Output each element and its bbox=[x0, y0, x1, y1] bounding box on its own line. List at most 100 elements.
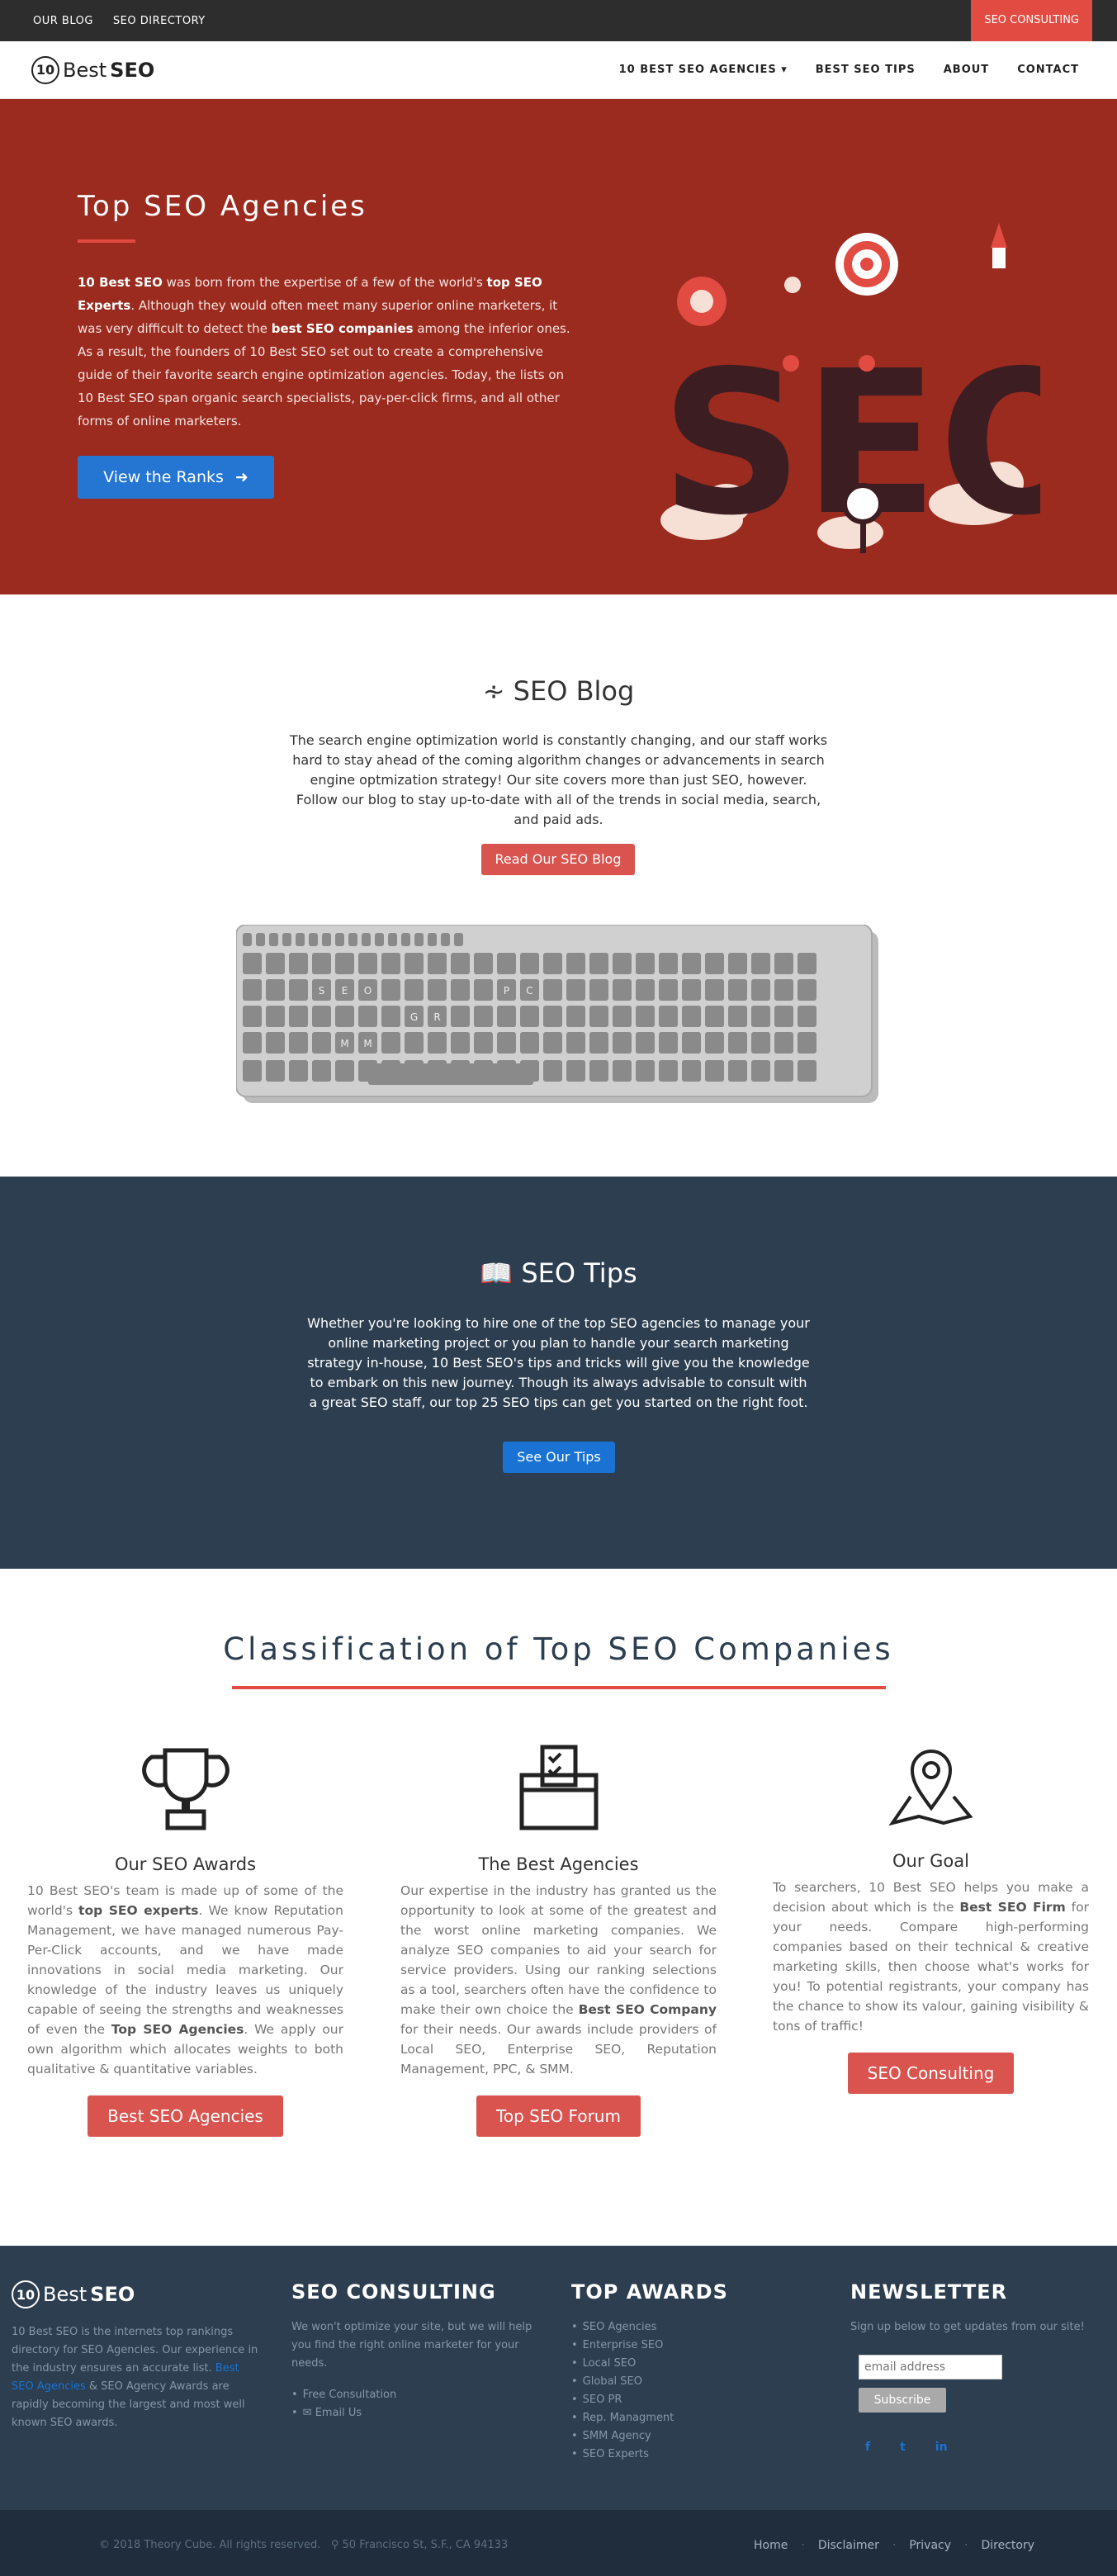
footer-consulting-list: Free Consultation ✉ Email Us bbox=[291, 2386, 539, 2422]
award-link[interactable]: Enterprise SEO bbox=[571, 2337, 819, 2355]
keyboard-key bbox=[497, 953, 516, 974]
keyboard-key bbox=[589, 1006, 608, 1027]
agencies-title: The Best Agencies bbox=[478, 1854, 639, 1874]
keyboard-key bbox=[243, 1006, 262, 1027]
seo-directory-link[interactable]: SEO DIRECTORY bbox=[113, 15, 206, 27]
spacebar-key bbox=[368, 1063, 533, 1085]
keyboard-key bbox=[388, 933, 397, 946]
keyboard-key bbox=[566, 1032, 585, 1054]
location-pin-icon: ⚲ bbox=[330, 2539, 339, 2551]
newsletter-email-input[interactable] bbox=[859, 2355, 1002, 2379]
keyboard-key bbox=[296, 933, 305, 946]
keyboard-key-label: P bbox=[504, 985, 509, 997]
goal-column: Our Goal To searchers, 10 Best SEO helps… bbox=[773, 1742, 1089, 2094]
hero-bold-3: best SEO companies bbox=[271, 321, 414, 336]
tips-text: Whether you're looking to hire one of th… bbox=[307, 1315, 810, 1410]
award-link[interactable]: SEO Agencies bbox=[571, 2318, 819, 2337]
home-link[interactable]: Home bbox=[754, 2539, 788, 2552]
subscribe-button[interactable]: Subscribe bbox=[859, 2388, 946, 2413]
footer-about-text: 10 Best SEO is the internets top ranking… bbox=[12, 2323, 259, 2432]
twitter-icon[interactable]: t bbox=[900, 2441, 906, 2454]
footer-awards: TOP AWARDS SEO Agencies Enterprise SEO L… bbox=[571, 2280, 819, 2464]
footer-about: 10 Best SEO 10 Best SEO is the internets … bbox=[12, 2280, 259, 2432]
nav-item-agencies[interactable]: 10 BEST SEO AGENCIES ▾ bbox=[619, 64, 788, 76]
disclaimer-link[interactable]: Disclaimer bbox=[818, 2539, 879, 2552]
our-blog-link[interactable]: OUR BLOG bbox=[33, 15, 93, 27]
keyboard-key bbox=[428, 979, 447, 1001]
gauge-icon bbox=[677, 277, 727, 326]
separator: · bbox=[892, 2538, 897, 2552]
arrow-right-icon: ➜ bbox=[234, 468, 248, 486]
bottom-bar: © 2018 Theory Cube. All rights reserved.… bbox=[0, 2510, 1117, 2576]
agencies-bold-1: Best SEO Company bbox=[578, 2002, 717, 2017]
keyboard-key bbox=[451, 1006, 470, 1027]
awards-text-2: . We know Reputation Management, we have… bbox=[27, 1903, 343, 2037]
logo-number: 10 bbox=[31, 55, 59, 84]
keyboard-key bbox=[659, 1060, 678, 1082]
keyboard-key bbox=[358, 1006, 377, 1027]
award-link[interactable]: SMM Agency bbox=[571, 2427, 819, 2446]
read-blog-button[interactable]: Read Our SEO Blog bbox=[481, 844, 635, 875]
bottom-links: Home · Disclaimer · Privacy · Directory bbox=[754, 2539, 1034, 2552]
top-seo-forum-button[interactable]: Top SEO Forum bbox=[476, 2095, 641, 2137]
keyboard-key bbox=[362, 933, 371, 946]
free-consultation-link[interactable]: Free Consultation bbox=[291, 2386, 539, 2404]
social-links: f t in bbox=[850, 2441, 1106, 2454]
best-agencies-button[interactable]: Best SEO Agencies bbox=[88, 2095, 283, 2137]
tips-section: 📖 SEO Tips Whether you're looking to hir… bbox=[0, 1177, 1117, 1569]
keyboard-key-label: R bbox=[433, 1011, 440, 1023]
keyboard-key bbox=[497, 1006, 516, 1027]
keyboard-key bbox=[636, 953, 655, 974]
goal-bold-1: Best SEO Firm bbox=[959, 1900, 1066, 1915]
footer-logo[interactable]: 10 Best SEO bbox=[12, 2280, 259, 2308]
keyboard-key bbox=[405, 953, 424, 974]
agencies-text-1: Our expertise in the industry has grante… bbox=[400, 1883, 717, 2017]
nav-item-tips[interactable]: BEST SEO TIPS bbox=[816, 64, 916, 76]
keyboard-key bbox=[659, 1006, 678, 1027]
site-logo[interactable]: 10 Best SEO bbox=[31, 55, 154, 84]
keyboard-key bbox=[774, 1060, 793, 1082]
seo-consulting-button[interactable]: SEO Consulting bbox=[847, 2053, 1015, 2094]
seo-consulting-top-button[interactable]: SEO CONSULTING bbox=[971, 0, 1092, 41]
keyboard-key bbox=[636, 1006, 655, 1027]
rocket-icon bbox=[991, 223, 1007, 268]
nav-item-about[interactable]: ABOUT bbox=[944, 64, 989, 76]
award-link[interactable]: Global SEO bbox=[571, 2373, 819, 2391]
keyboard-key bbox=[289, 979, 308, 1001]
keyboard-key bbox=[589, 979, 608, 1001]
keyboard-key-label: O bbox=[364, 985, 372, 997]
facebook-icon[interactable]: f bbox=[865, 2441, 870, 2454]
view-ranks-button[interactable]: View the Ranks ➜ bbox=[78, 456, 274, 499]
footer-consulting-title: SEO CONSULTING bbox=[291, 2280, 496, 2304]
keyboard-key bbox=[751, 1060, 770, 1082]
hero-text-1: was born from the expertise of a few of … bbox=[162, 275, 487, 290]
award-link[interactable]: SEO Experts bbox=[571, 2446, 819, 2464]
award-link[interactable]: Rep. Managment bbox=[571, 2409, 819, 2427]
email-us-link[interactable]: ✉ Email Us bbox=[291, 2404, 539, 2422]
hero-title-rule bbox=[78, 239, 135, 243]
keyboard-key bbox=[474, 1032, 493, 1054]
keyboard-key bbox=[289, 953, 308, 974]
agencies-text-2: for their needs. Our awards include prov… bbox=[400, 2022, 717, 2076]
see-tips-button[interactable]: See Our Tips bbox=[503, 1442, 615, 1473]
keyboard-key-label: E bbox=[342, 985, 348, 997]
nav-item-contact[interactable]: CONTACT bbox=[1017, 64, 1079, 76]
keyboard-key bbox=[543, 1032, 562, 1054]
award-link[interactable]: Local SEO bbox=[571, 2355, 819, 2373]
award-link[interactable]: SEO PR bbox=[571, 2391, 819, 2409]
awards-title: Our SEO Awards bbox=[114, 1854, 257, 1874]
directory-link[interactable]: Directory bbox=[981, 2539, 1034, 2552]
privacy-link[interactable]: Privacy bbox=[909, 2539, 951, 2552]
keyboard-key bbox=[659, 979, 678, 1001]
keyboard-key bbox=[636, 1060, 655, 1082]
keyboard-key bbox=[543, 979, 562, 1001]
keyboard-key bbox=[682, 979, 701, 1001]
linkedin-icon[interactable]: in bbox=[935, 2441, 948, 2454]
keyboard-key bbox=[289, 1060, 308, 1082]
keyboard-key bbox=[451, 1032, 470, 1054]
keyboard-key bbox=[589, 953, 608, 974]
awards-bold-1: top SEO experts bbox=[78, 1903, 199, 1918]
newsletter-text: Sign up below to get updates from our si… bbox=[850, 2321, 1085, 2333]
keyboard-key bbox=[381, 979, 400, 1001]
keyboard-key bbox=[751, 979, 770, 1001]
